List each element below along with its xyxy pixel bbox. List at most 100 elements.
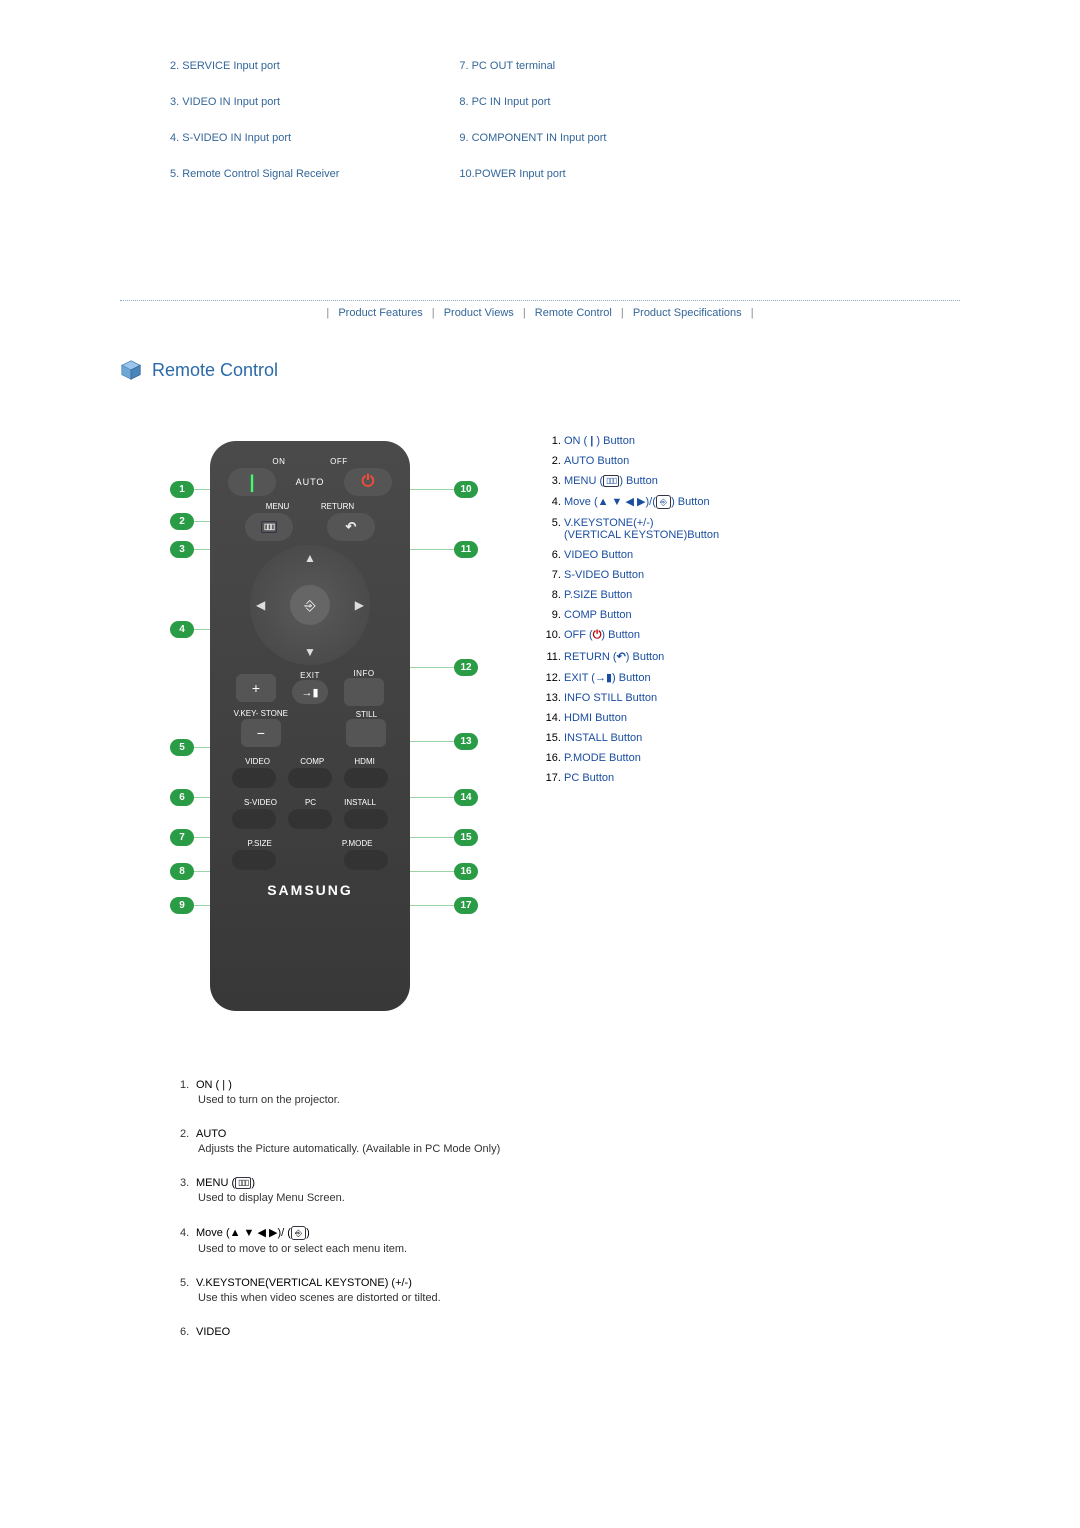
port-links-left: 2. SERVICE Input port 3. VIDEO IN Input … — [170, 60, 339, 180]
rc-item-3[interactable]: MENU (▯▯▯) Button — [564, 471, 719, 491]
rc-item-11[interactable]: RETURN (↶) Button — [564, 646, 719, 667]
rc-item-12[interactable]: EXIT (→▮) Button — [564, 667, 719, 688]
rc-item-17[interactable]: PC Button — [564, 768, 719, 788]
keystone-plus-button: + — [236, 674, 276, 702]
rc-item-4[interactable]: Move (▲ ▼ ◀ ▶)/(⎆) Button — [564, 491, 719, 513]
rc-item-5[interactable]: V.KEYSTONE(+/-)(VERTICAL KEYSTONE)Button — [564, 513, 719, 545]
power-icon: ⏻ — [593, 629, 602, 641]
callout-badge-4: 4 — [170, 621, 194, 638]
return-button: ↶ — [327, 513, 375, 541]
exit-icon: →▮ — [595, 672, 612, 684]
enter-button: ⎆ — [290, 585, 330, 625]
callout-badge-12: 12 — [454, 659, 478, 676]
port-link[interactable]: 9. COMPONENT IN Input port — [459, 132, 606, 144]
pmode-button — [344, 850, 388, 870]
page-content: 2. SERVICE Input port 3. VIDEO IN Input … — [120, 0, 960, 1400]
port-link[interactable]: 4. S-VIDEO IN Input port — [170, 132, 339, 144]
nav-product-views[interactable]: Product Views — [444, 307, 514, 319]
brand-label: SAMSUNG — [210, 882, 410, 898]
remote-figure: 123456789 1011121314151617 ON OFF | AUTO… — [150, 431, 480, 1031]
description-item: 4.Move (▲ ▼ ◀ ▶)/ (⎆)Used to move to or … — [180, 1226, 960, 1255]
button-descriptions: 1.ON ( | )Used to turn on the projector.… — [180, 1079, 960, 1338]
comp-button — [288, 768, 332, 788]
remote-control-overview: 123456789 1011121314151617 ON OFF | AUTO… — [150, 431, 960, 1031]
port-link[interactable]: 5. Remote Control Signal Receiver — [170, 168, 339, 180]
rc-item-15[interactable]: INSTALL Button — [564, 728, 719, 748]
rc-item-9[interactable]: COMP Button — [564, 605, 719, 625]
callout-badge-11: 11 — [454, 541, 478, 558]
pc-button — [288, 809, 332, 829]
nav-product-features[interactable]: Product Features — [338, 307, 422, 319]
auto-label: AUTO — [276, 477, 344, 487]
pc-label: PC — [305, 798, 316, 807]
rc-item-2[interactable]: AUTO Button — [564, 451, 719, 471]
on-button: | — [228, 468, 276, 496]
return-icon: ↶ — [617, 651, 626, 663]
comp-label: COMP — [300, 757, 324, 766]
rc-item-16[interactable]: P.MODE Button — [564, 748, 719, 768]
video-button — [232, 768, 276, 788]
port-link[interactable]: 8. PC IN Input port — [459, 96, 606, 108]
install-label: INSTALL — [344, 798, 376, 807]
off-label: OFF — [330, 457, 348, 466]
hdmi-label: HDMI — [354, 757, 374, 766]
callout-badge-14: 14 — [454, 789, 478, 806]
info-button — [344, 678, 384, 706]
cube-icon — [120, 359, 142, 381]
svideo-label: S-VIDEO — [244, 798, 277, 807]
install-button — [344, 809, 388, 829]
menu-icon: ▯▯▯ — [261, 521, 277, 533]
down-arrow-icon: ▼ — [304, 645, 316, 659]
info-label: INFO — [353, 669, 374, 678]
section-header: Remote Control — [120, 359, 960, 381]
menu-label: MENU — [266, 502, 290, 511]
nav-remote-control[interactable]: Remote Control — [535, 307, 612, 319]
enter-icon: ⎆ — [656, 495, 671, 509]
still-button — [346, 719, 386, 747]
port-link[interactable]: 2. SERVICE Input port — [170, 60, 339, 72]
rc-item-8[interactable]: P.SIZE Button — [564, 585, 719, 605]
callout-badge-10: 10 — [454, 481, 478, 498]
rc-item-6[interactable]: VIDEO Button — [564, 545, 719, 565]
hdmi-button — [344, 768, 388, 788]
callout-badge-7: 7 — [170, 829, 194, 846]
off-button: ⏻ — [344, 468, 392, 496]
callout-badge-9: 9 — [170, 897, 194, 914]
description-item: 6.VIDEO — [180, 1326, 960, 1338]
callout-badge-5: 5 — [170, 739, 194, 756]
up-arrow-icon: ▲ — [304, 551, 316, 565]
nav-pad: ▲ ▼ ◀ ▶ ⎆ — [250, 545, 370, 665]
menu-icon: ▯▯▯ — [603, 475, 619, 487]
rc-item-10[interactable]: OFF (⏻) Button — [564, 625, 719, 646]
pmode-label: P.MODE — [342, 839, 373, 848]
callout-badge-2: 2 — [170, 513, 194, 530]
vkey-label: V.KEY- STONE — [234, 710, 288, 719]
left-arrow-icon: ◀ — [256, 598, 265, 612]
callout-badge-13: 13 — [454, 733, 478, 750]
callout-badge-1: 1 — [170, 481, 194, 498]
remote-button-list: ON ( | ) ButtonAUTO ButtonMENU (▯▯▯) But… — [540, 431, 719, 1031]
description-item: 3.MENU (▯▯▯)Used to display Menu Screen. — [180, 1177, 960, 1204]
video-label: VIDEO — [245, 757, 270, 766]
nav-product-specifications[interactable]: Product Specifications — [633, 307, 742, 319]
port-link[interactable]: 3. VIDEO IN Input port — [170, 96, 339, 108]
exit-button: →▮ — [292, 680, 328, 704]
rc-item-1[interactable]: ON ( | ) Button — [564, 431, 719, 451]
description-item: 2.AUTOAdjusts the Picture automatically.… — [180, 1128, 960, 1155]
still-label: STILL — [356, 710, 377, 719]
rc-item-13[interactable]: INFO STILL Button — [564, 688, 719, 708]
description-item: 5.V.KEYSTONE(VERTICAL KEYSTONE) (+/-)Use… — [180, 1277, 960, 1304]
port-link[interactable]: 10.POWER Input port — [459, 168, 606, 180]
rc-item-14[interactable]: HDMI Button — [564, 708, 719, 728]
psize-button — [232, 850, 276, 870]
callout-badge-6: 6 — [170, 789, 194, 806]
exit-label: EXIT — [300, 671, 320, 680]
port-links: 2. SERVICE Input port 3. VIDEO IN Input … — [170, 60, 960, 180]
rc-item-7[interactable]: S-VIDEO Button — [564, 565, 719, 585]
svideo-button — [232, 809, 276, 829]
description-item: 1.ON ( | )Used to turn on the projector. — [180, 1079, 960, 1106]
port-link[interactable]: 7. PC OUT terminal — [459, 60, 606, 72]
on-label: ON — [272, 457, 285, 466]
section-divider — [120, 300, 960, 301]
callout-badge-8: 8 — [170, 863, 194, 880]
